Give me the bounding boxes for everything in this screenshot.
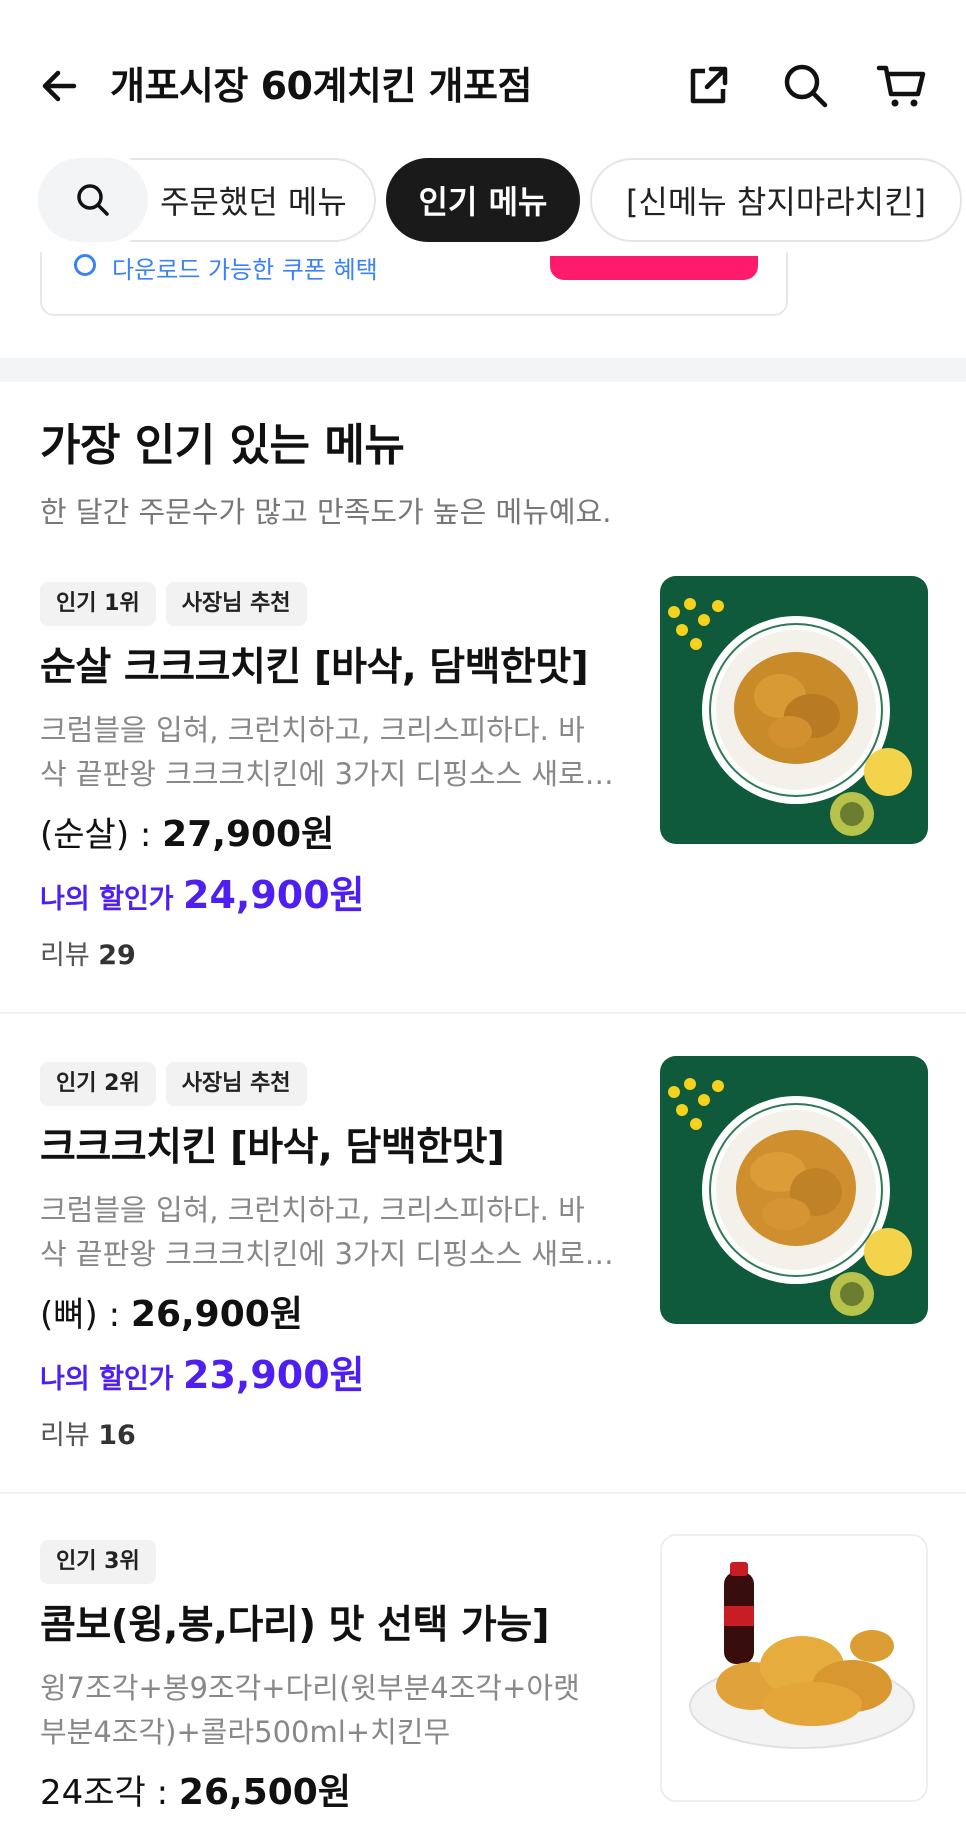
tab-new-menu[interactable]: [신메뉴 참지마라치킨] [590, 158, 962, 242]
section-subtitle: 한 달간 주문수가 많고 만족도가 높은 메뉴예요. [40, 495, 612, 529]
item-divider [0, 1012, 966, 1014]
store-title: 개포시장 60계치킨 개포점 [110, 64, 532, 108]
owner-pick-badge: 사장님 추천 [165, 1062, 307, 1106]
discount-price: 나의 할인가 23,900원 [40, 1350, 365, 1408]
chicken-plate-image [668, 1078, 912, 1316]
review-value: 16 [98, 1420, 136, 1451]
back-button[interactable] [32, 58, 88, 114]
menu-category-tabs: 주문했던 메뉴 인기 메뉴 [신메뉴 참지마라치킨] [0, 156, 966, 252]
owner-pick-badge: 사장님 추천 [165, 582, 307, 626]
section-divider [0, 358, 966, 382]
review-count: 리뷰 16 [40, 1414, 136, 1458]
menu-thumbnail[interactable] [660, 1534, 928, 1802]
item-divider [0, 1492, 966, 1494]
menu-description-line: 윙7조각+봉9조각+다리(윗부분4조각+아랫 [40, 1671, 580, 1705]
menu-description: 크럼블을 입혀, 크런치하고, 크리스피하다. 바 삭 끝판왕 크크크치킨에 3… [40, 708, 630, 796]
rank-badge: 인기 2위 [40, 1062, 156, 1106]
rank-badge: 인기 1위 [40, 582, 156, 626]
discount-value: 24,900원 [183, 873, 365, 917]
price-value: 26,900원 [130, 1294, 303, 1335]
discount-value: 23,900원 [183, 1353, 365, 1397]
cart-icon [876, 65, 926, 107]
menu-description: 윙7조각+봉9조각+다리(윗부분4조각+아랫 부분4조각)+콜라500ml+치킨… [40, 1666, 630, 1754]
review-label: 리뷰 [40, 940, 99, 971]
price-label: (뼈) : [40, 1295, 131, 1335]
badge-group: 인기 3위 [40, 1540, 156, 1584]
menu-description-line: 부분4조각)+콜라500ml+치킨무 [40, 1715, 451, 1749]
share-external-icon [690, 66, 728, 104]
coupon-download-button[interactable] [550, 256, 758, 280]
price-value: 27,900원 [162, 814, 335, 855]
menu-description-line: 삭 끝판왕 크크크치킨에 3가지 디핑소스 새로운 맛 [40, 757, 630, 791]
tab-popular-menu[interactable]: 인기 메뉴 [386, 158, 580, 242]
review-count: 리뷰 29 [40, 934, 136, 978]
menu-price: (순살) : 27,900원 [40, 810, 334, 860]
share-button[interactable] [678, 56, 738, 116]
tab-ordered-menu[interactable]: 주문했던 메뉴 [130, 158, 376, 242]
discount-label: 나의 할인가 [40, 884, 183, 915]
price-label: 24조각 : [40, 1773, 179, 1813]
badge-group: 인기 2위 사장님 추천 [40, 1062, 307, 1106]
price-value: 26,500원 [178, 1772, 351, 1813]
menu-thumbnail[interactable] [660, 1056, 928, 1324]
menu-description-line: 삭 끝판왕 크크크치킨에 3가지 디핑소스 새로운 맛 [40, 1237, 630, 1271]
search-icon [77, 184, 109, 216]
badge-group: 인기 1위 사장님 추천 [40, 582, 307, 626]
rank-badge: 인기 3위 [40, 1540, 156, 1584]
review-value: 29 [98, 940, 136, 971]
coupon-text: 다운로드 가능한 쿠폰 혜택 [112, 256, 378, 284]
combo-chicken-image [689, 1562, 915, 1749]
menu-description-line: 크럼블을 입혀, 크런치하고, 크리스피하다. 바 [40, 1193, 585, 1227]
menu-thumbnail[interactable] [660, 576, 928, 844]
chicken-plate-image [668, 598, 912, 836]
price-label: (순살) : [40, 815, 163, 855]
menu-search-button[interactable] [38, 158, 148, 242]
app-header: 개포시장 60계치킨 개포점 [0, 0, 966, 160]
menu-price: (뼈) : 26,900원 [40, 1290, 303, 1340]
discount-label: 나의 할인가 [40, 1364, 183, 1395]
search-button[interactable] [776, 56, 836, 116]
menu-description-line: 크럼블을 입혀, 크런치하고, 크리스피하다. 바 [40, 713, 585, 747]
menu-description: 크럼블을 입혀, 크런치하고, 크리스피하다. 바 삭 끝판왕 크크크치킨에 3… [40, 1188, 630, 1276]
menu-price: 24조각 : 26,500원 [40, 1768, 351, 1818]
menu-name: 순살 크크크치킨 [바삭, 담백한맛] [40, 645, 589, 690]
arrow-left-icon [42, 70, 77, 102]
search-icon [784, 64, 828, 108]
coupon-check-icon [74, 254, 96, 276]
discount-price: 나의 할인가 24,900원 [40, 870, 365, 928]
review-label: 리뷰 [40, 1420, 99, 1451]
menu-name: 크크크치킨 [바삭, 담백한맛] [40, 1125, 505, 1170]
section-title: 가장 인기 있는 메뉴 [40, 420, 405, 471]
cart-button[interactable] [872, 56, 932, 116]
menu-name: 콤보(윙,봉,다리) 맛 선택 가능] [40, 1603, 550, 1648]
